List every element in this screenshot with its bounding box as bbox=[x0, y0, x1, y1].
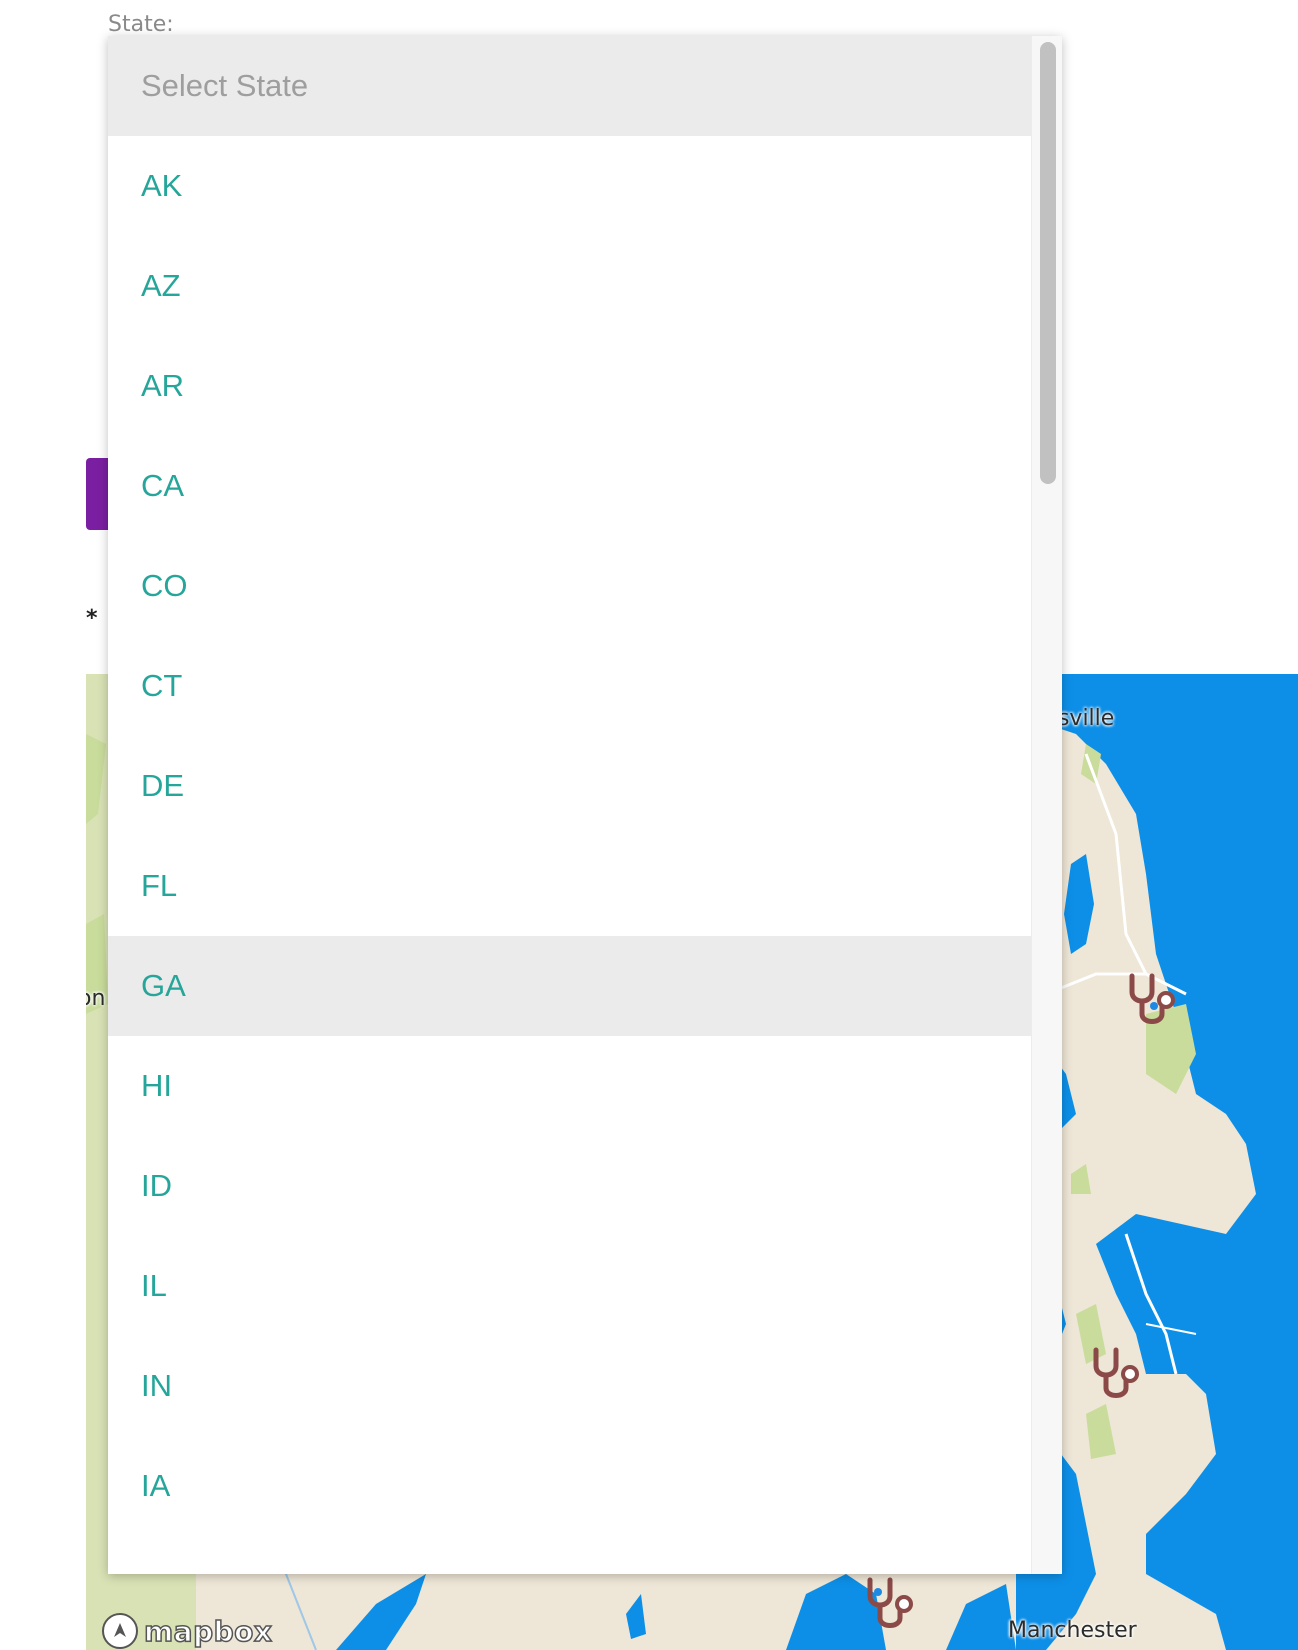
state-option-il[interactable]: IL bbox=[108, 1236, 1032, 1336]
state-option-ga[interactable]: GA bbox=[108, 936, 1032, 1036]
state-dropdown[interactable]: Select State AK AZ AR CA CO CT DE FL GA … bbox=[108, 36, 1062, 1574]
page: State: * Hansville Manchester n mapbox S… bbox=[0, 0, 1298, 1650]
required-marker: * bbox=[86, 606, 98, 631]
state-option-ak[interactable]: AK bbox=[108, 136, 1032, 236]
manchester-label: Manchester bbox=[1008, 1618, 1137, 1643]
partial-place-label: on bbox=[86, 986, 106, 1011]
state-option-placeholder[interactable]: Select State bbox=[108, 36, 1032, 136]
mapbox-compass-icon bbox=[102, 1613, 138, 1649]
state-label: State: bbox=[108, 12, 174, 37]
state-option-id[interactable]: ID bbox=[108, 1136, 1032, 1236]
state-option-hi[interactable]: HI bbox=[108, 1036, 1032, 1136]
state-option-ca[interactable]: CA bbox=[108, 436, 1032, 536]
state-options-list: Select State AK AZ AR CA CO CT DE FL GA … bbox=[108, 36, 1032, 1536]
state-option-az[interactable]: AZ bbox=[108, 236, 1032, 336]
state-option-ar[interactable]: AR bbox=[108, 336, 1032, 436]
state-option-co[interactable]: CO bbox=[108, 536, 1032, 636]
mapbox-wordmark: mapbox bbox=[143, 1614, 273, 1649]
dropdown-scrollbar[interactable] bbox=[1031, 36, 1062, 1574]
stethoscope-icon[interactable] bbox=[1090, 1344, 1146, 1404]
state-option-de[interactable]: DE bbox=[108, 736, 1032, 836]
state-option-ct[interactable]: CT bbox=[108, 636, 1032, 736]
dropdown-scroll-thumb[interactable] bbox=[1040, 42, 1056, 484]
state-option-ia[interactable]: IA bbox=[108, 1436, 1032, 1536]
mapbox-logo[interactable]: mapbox bbox=[100, 1613, 273, 1649]
stethoscope-icon[interactable] bbox=[1126, 970, 1182, 1030]
stethoscope-icon[interactable] bbox=[864, 1574, 920, 1634]
state-option-in[interactable]: IN bbox=[108, 1336, 1032, 1436]
state-option-fl[interactable]: FL bbox=[108, 836, 1032, 936]
